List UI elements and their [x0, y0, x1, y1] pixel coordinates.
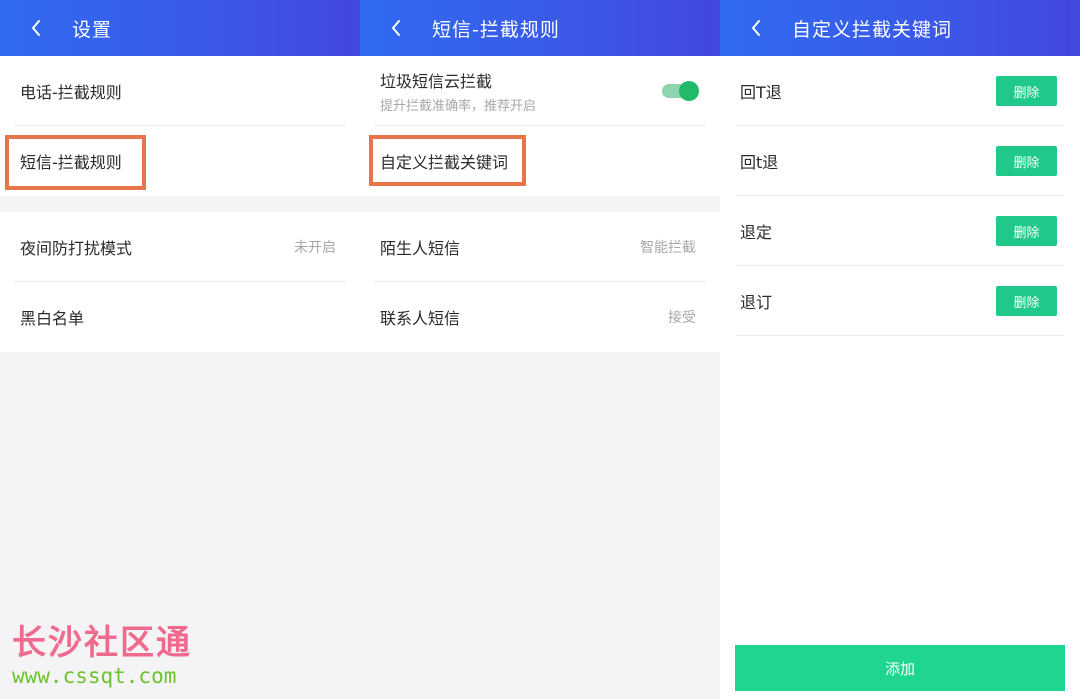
spam-cloud-toggle[interactable] [662, 81, 699, 101]
back-button[interactable] [720, 0, 792, 56]
screenshot-collage: 设置 电话-拦截规则 短信-拦截规则 夜间防打扰模式 未开启 黑白名单 长沙社区… [0, 0, 1080, 699]
keyword-row: 退订 删除 [720, 266, 1080, 336]
keyword-row: 回T退 删除 [720, 56, 1080, 126]
item-label: 陌生人短信 [380, 239, 461, 258]
app-header: 短信-拦截规则 [360, 0, 720, 56]
item-value: 接受 [668, 310, 696, 326]
chevron-left-icon [752, 20, 760, 36]
keyword-row: 回t退 删除 [720, 126, 1080, 196]
app-header: 设置 [0, 0, 360, 56]
item-label: 短信-拦截规则 [20, 153, 122, 172]
item-value: 智能拦截 [640, 240, 696, 256]
page-title: 设置 [72, 18, 113, 41]
settings-screen: 设置 电话-拦截规则 短信-拦截规则 夜间防打扰模式 未开启 黑白名单 长沙社区… [0, 0, 360, 699]
sms-rules-screen: 短信-拦截规则 垃圾短信云拦截 提升拦截准确率，推荐开启 自定义拦截关键词 陌生… [360, 0, 720, 699]
keyword-label: 退订 [740, 293, 773, 312]
delete-button[interactable]: 删除 [996, 76, 1057, 106]
contact-sms-item[interactable]: 联系人短信 接受 [360, 282, 720, 352]
other-settings-group: 夜间防打扰模式 未开启 黑白名单 [0, 212, 360, 352]
watermark-title: 长沙社区通 [12, 623, 192, 663]
spam-cloud-intercept-item: 垃圾短信云拦截 提升拦截准确率，推荐开启 [360, 56, 720, 126]
item-label: 夜间防打扰模式 [20, 239, 133, 258]
watermark: 长沙社区通 www.cssqt.com [12, 624, 192, 688]
item-label: 自定义拦截关键词 [380, 153, 509, 172]
item-label: 垃圾短信云拦截 [380, 72, 493, 91]
sms-rules-group: 垃圾短信云拦截 提升拦截准确率，推荐开启 自定义拦截关键词 [360, 56, 720, 196]
intercept-rules-group: 电话-拦截规则 短信-拦截规则 [0, 56, 360, 196]
stranger-sms-item[interactable]: 陌生人短信 智能拦截 [360, 212, 720, 282]
custom-keywords-screen: 自定义拦截关键词 回T退 删除 回t退 删除 退定 删除 退订 删除 添加 [720, 0, 1080, 699]
delete-button[interactable]: 删除 [996, 146, 1057, 176]
section-gap [0, 196, 360, 212]
item-value: 未开启 [294, 240, 336, 256]
app-header: 自定义拦截关键词 [720, 0, 1080, 56]
page-title: 自定义拦截关键词 [792, 18, 953, 41]
toggle-knob [679, 81, 699, 101]
back-button[interactable] [0, 0, 72, 56]
page-title: 短信-拦截规则 [432, 18, 560, 41]
item-label: 黑白名单 [20, 309, 85, 328]
delete-button[interactable]: 删除 [996, 216, 1057, 246]
keyword-label: 退定 [740, 223, 773, 242]
keyword-label: 回t退 [740, 153, 779, 172]
night-dnd-mode-item[interactable]: 夜间防打扰模式 未开启 [0, 212, 360, 282]
sms-source-group: 陌生人短信 智能拦截 联系人短信 接受 [360, 212, 720, 352]
back-button[interactable] [360, 0, 432, 56]
keyword-row: 退定 删除 [720, 196, 1080, 266]
item-label: 电话-拦截规则 [20, 83, 122, 102]
black-white-list-item[interactable]: 黑白名单 [0, 282, 360, 352]
section-gap [360, 196, 720, 212]
custom-keywords-item[interactable]: 自定义拦截关键词 [360, 126, 720, 196]
add-keyword-button[interactable]: 添加 [735, 645, 1065, 691]
sms-intercept-rules-item[interactable]: 短信-拦截规则 [0, 126, 360, 196]
chevron-left-icon [392, 20, 400, 36]
keyword-list: 回T退 删除 回t退 删除 退定 删除 退订 删除 [720, 56, 1080, 336]
phone-intercept-rules-item[interactable]: 电话-拦截规则 [0, 56, 360, 126]
item-subtitle: 提升拦截准确率，推荐开启 [380, 99, 537, 114]
keyword-label: 回T退 [740, 83, 782, 102]
item-label: 联系人短信 [380, 309, 461, 328]
watermark-url: www.cssqt.com [12, 664, 177, 688]
delete-button[interactable]: 删除 [996, 286, 1057, 316]
chevron-left-icon [32, 20, 40, 36]
